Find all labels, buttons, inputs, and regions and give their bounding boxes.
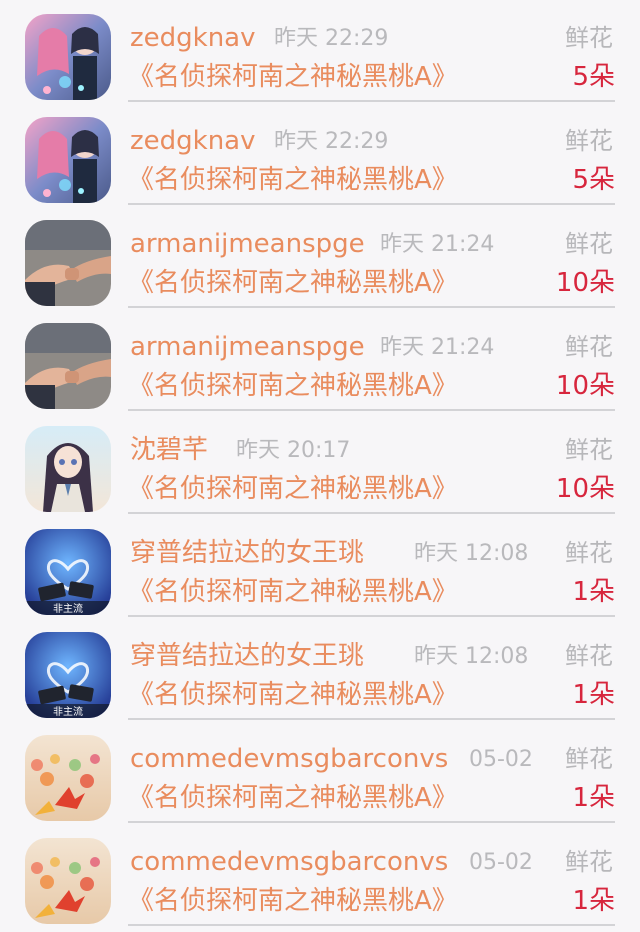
list-item[interactable]: armanijmeanspge 昨天 21:24 鲜花 《名侦探柯南之神秘黑桃A… [0, 206, 640, 309]
gift-count: 10朵 [555, 371, 615, 401]
gift-type-label: 鲜花 [565, 230, 613, 258]
avatar[interactable] [25, 838, 111, 924]
work-title[interactable]: 《名侦探柯南之神秘黑桃A》 [128, 369, 458, 403]
divider [128, 512, 615, 514]
sender-name[interactable]: zedgknav [130, 125, 256, 157]
sender-name[interactable]: commedevmsgbarconvs [130, 846, 448, 878]
divider [128, 924, 615, 926]
sender-name[interactable]: zedgknav [130, 22, 256, 54]
timestamp: 昨天 12:08 [414, 541, 529, 566]
divider [128, 100, 615, 102]
list-item[interactable]: zedgknav 昨天 22:29 鲜花 《名侦探柯南之神秘黑桃A》 5朵 [0, 0, 640, 103]
timestamp: 昨天 12:08 [414, 644, 529, 669]
avatar[interactable] [25, 117, 111, 203]
divider [128, 409, 615, 411]
list-item[interactable]: 非主流 穿普结拉达的女王珧 昨天 12:08 鲜花 《名侦探柯南之神秘黑桃A》 … [0, 515, 640, 618]
avatar[interactable]: 非主流 [25, 529, 111, 615]
gift-type-label: 鲜花 [565, 539, 613, 567]
divider [128, 615, 615, 617]
gift-count: 10朵 [555, 474, 615, 504]
avatar[interactable] [25, 220, 111, 306]
avatar[interactable] [25, 14, 111, 100]
avatar[interactable] [25, 735, 111, 821]
gift-type-label: 鲜花 [565, 642, 613, 670]
timestamp: 05-02 [469, 850, 533, 875]
list-item[interactable]: 沈碧芊 昨天 20:17 鲜花 《名侦探柯南之神秘黑桃A》 10朵 [0, 412, 640, 515]
gift-type-label: 鲜花 [565, 436, 613, 464]
list-item[interactable]: armanijmeanspge 昨天 21:24 鲜花 《名侦探柯南之神秘黑桃A… [0, 309, 640, 412]
work-title[interactable]: 《名侦探柯南之神秘黑桃A》 [128, 678, 458, 712]
sender-name[interactable]: armanijmeanspge [130, 331, 365, 363]
gift-count: 5朵 [572, 62, 615, 92]
work-title[interactable]: 《名侦探柯南之神秘黑桃A》 [128, 60, 458, 94]
work-title[interactable]: 《名侦探柯南之神秘黑桃A》 [128, 781, 458, 815]
gift-count: 1朵 [572, 783, 615, 813]
gift-count: 1朵 [572, 680, 615, 710]
sender-name[interactable]: 穿普结拉达的女王珧 [130, 537, 364, 569]
sender-name[interactable]: commedevmsgbarconvs [130, 743, 448, 775]
timestamp: 05-02 [469, 747, 533, 772]
gift-count: 10朵 [555, 268, 615, 298]
svg-text:非主流: 非主流 [53, 602, 83, 615]
sender-name[interactable]: 穿普结拉达的女王珧 [130, 640, 364, 672]
gift-count: 1朵 [572, 577, 615, 607]
list-item[interactable]: 非主流 穿普结拉达的女王珧 昨天 12:08 鲜花 《名侦探柯南之神秘黑桃A》 … [0, 618, 640, 721]
gift-count: 1朵 [572, 886, 615, 916]
work-title[interactable]: 《名侦探柯南之神秘黑桃A》 [128, 472, 458, 506]
divider [128, 821, 615, 823]
avatar[interactable]: 非主流 [25, 632, 111, 718]
divider [128, 718, 615, 720]
list-item[interactable]: commedevmsgbarconvs 05-02 鲜花 《名侦探柯南之神秘黑桃… [0, 824, 640, 927]
gift-type-label: 鲜花 [565, 745, 613, 773]
work-title[interactable]: 《名侦探柯南之神秘黑桃A》 [128, 163, 458, 197]
avatar[interactable] [25, 426, 111, 512]
gift-type-label: 鲜花 [565, 848, 613, 876]
timestamp: 昨天 22:29 [274, 26, 389, 51]
gift-count: 5朵 [572, 165, 615, 195]
divider [128, 306, 615, 308]
svg-text:非主流: 非主流 [53, 705, 83, 718]
timestamp: 昨天 21:24 [380, 232, 495, 257]
gift-type-label: 鲜花 [565, 24, 613, 52]
list-item[interactable]: commedevmsgbarconvs 05-02 鲜花 《名侦探柯南之神秘黑桃… [0, 721, 640, 824]
work-title[interactable]: 《名侦探柯南之神秘黑桃A》 [128, 884, 458, 918]
gift-type-label: 鲜花 [565, 127, 613, 155]
list-item[interactable]: zedgknav 昨天 22:29 鲜花 《名侦探柯南之神秘黑桃A》 5朵 [0, 103, 640, 206]
gift-list: zedgknav 昨天 22:29 鲜花 《名侦探柯南之神秘黑桃A》 5朵 ze… [0, 0, 640, 932]
avatar[interactable] [25, 323, 111, 409]
gift-type-label: 鲜花 [565, 333, 613, 361]
timestamp: 昨天 21:24 [380, 335, 495, 360]
timestamp: 昨天 22:29 [274, 129, 389, 154]
work-title[interactable]: 《名侦探柯南之神秘黑桃A》 [128, 575, 458, 609]
sender-name[interactable]: armanijmeanspge [130, 228, 365, 260]
timestamp: 昨天 20:17 [236, 438, 351, 463]
divider [128, 203, 615, 205]
sender-name[interactable]: 沈碧芊 [130, 434, 208, 466]
work-title[interactable]: 《名侦探柯南之神秘黑桃A》 [128, 266, 458, 300]
